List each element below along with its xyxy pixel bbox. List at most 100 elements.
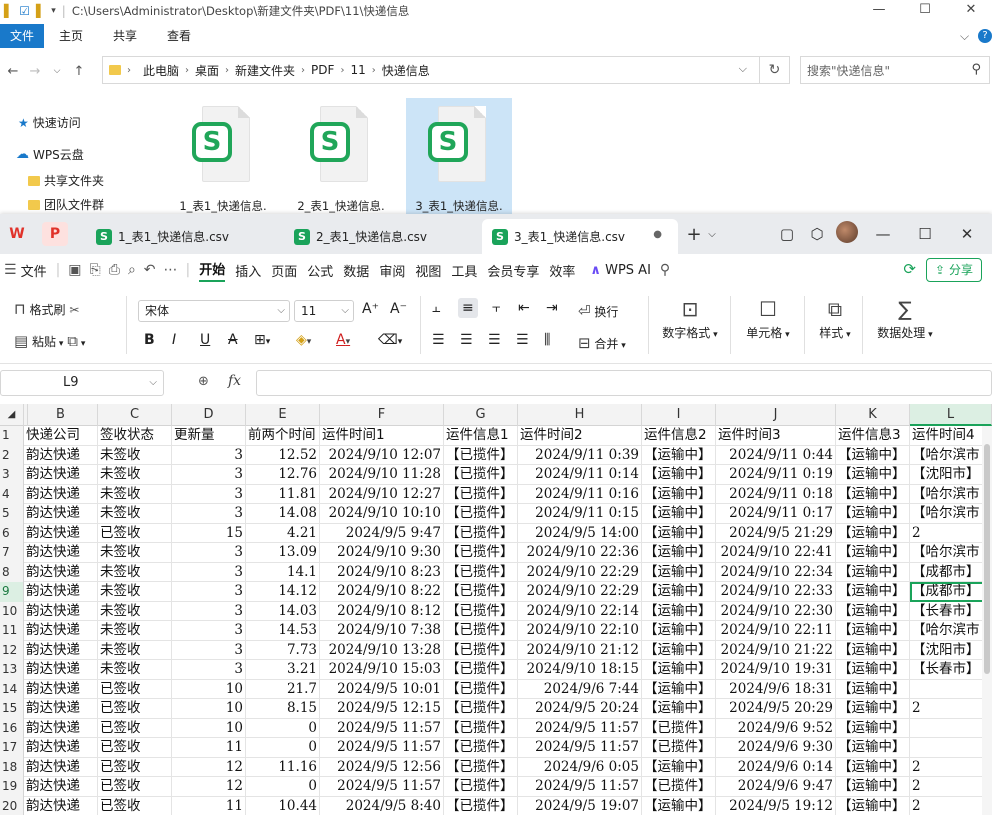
breadcrumb-item[interactable]: 此电脑	[143, 62, 179, 79]
table-cell[interactable]: 【运输中】	[836, 601, 910, 621]
table-cell[interactable]: 2024/9/5 8:40	[320, 796, 444, 815]
maximize-icon[interactable]: ☐	[902, 0, 948, 22]
table-cell[interactable]: 韵达快递	[24, 582, 98, 602]
doc-tab-1[interactable]: S 1_表1_快递信息.csv	[86, 219, 278, 254]
table-cell[interactable]: 2024/9/5 11:57	[518, 777, 642, 797]
table-cell[interactable]: 已签收	[98, 699, 172, 719]
table-cell[interactable]: 2024/9/5 14:00	[518, 523, 642, 543]
table-cell[interactable]: 【运输中】	[836, 484, 910, 504]
table-cell[interactable]: 2024/9/6 0:05	[518, 757, 642, 777]
table-cell[interactable]: 14.12	[246, 582, 320, 602]
table-cell[interactable]: 未签收	[98, 660, 172, 680]
table-cell[interactable]: 【已揽件】	[444, 718, 518, 738]
table-cell[interactable]: 【成都市】	[910, 562, 992, 582]
table-cell[interactable]: 21.7	[246, 679, 320, 699]
table-cell[interactable]: 2024/9/10 12:07	[320, 445, 444, 465]
column-header-i[interactable]: I	[642, 404, 716, 426]
table-cell[interactable]: 【已揽件】	[444, 699, 518, 719]
table-cell[interactable]: 【运输中】	[836, 660, 910, 680]
table-cell[interactable]: 3	[172, 660, 246, 680]
table-cell[interactable]: 2024/9/5 11:57	[518, 738, 642, 758]
table-cell[interactable]: 2024/9/10 21:12	[518, 640, 642, 660]
table-cell[interactable]: 韵达快递	[24, 601, 98, 621]
header-cell[interactable]: 运件时间2	[518, 426, 642, 446]
distribute-icon[interactable]: ⫼	[544, 332, 550, 348]
wps-logo-icon[interactable]: W	[4, 222, 30, 246]
name-box[interactable]: L9 ⌵	[0, 370, 164, 396]
row-header[interactable]: 17	[0, 738, 24, 758]
row-header[interactable]: 10	[0, 601, 24, 621]
table-cell[interactable]: 2024/9/10 10:10	[320, 504, 444, 524]
table-cell[interactable]: 【运输中】	[836, 582, 910, 602]
table-cell[interactable]: 【哈尔滨市	[910, 445, 992, 465]
table-cell[interactable]: 【已揽件】	[444, 465, 518, 485]
table-cell[interactable]: 未签收	[98, 621, 172, 641]
strikethrough-button[interactable]: A	[228, 332, 238, 348]
table-cell[interactable]: 【沈阳市】	[910, 640, 992, 660]
merge-cells-button[interactable]: ⊟ 合并 ▾	[578, 334, 626, 352]
table-cell[interactable]: 2024/9/11 0:19	[716, 465, 836, 485]
print-icon[interactable]: ⎙	[109, 262, 120, 278]
file-item[interactable]: S 1_表1_快递信息.	[170, 98, 276, 225]
table-cell[interactable]: 未签收	[98, 465, 172, 485]
table-cell[interactable]: 已签收	[98, 679, 172, 699]
breadcrumb-item[interactable]: 11	[350, 63, 365, 77]
table-cell[interactable]: 【运输中】	[836, 738, 910, 758]
underline-button[interactable]: U	[200, 332, 210, 348]
breadcrumb-item[interactable]: 新建文件夹	[235, 62, 295, 79]
row-header[interactable]: 8	[0, 562, 24, 582]
row-header[interactable]: 3	[0, 465, 24, 485]
nav-item-wps-cloud[interactable]: ☁ WPS云盘	[16, 146, 84, 163]
table-cell[interactable]: 2024/9/5 11:57	[320, 777, 444, 797]
nav-item-team-folder[interactable]: 团队文件群	[28, 196, 104, 213]
table-cell[interactable]: 【运输中】	[836, 523, 910, 543]
table-cell[interactable]: 已签收	[98, 757, 172, 777]
table-cell[interactable]: 韵达快递	[24, 504, 98, 524]
table-cell[interactable]: 【已揽件】	[642, 738, 716, 758]
table-cell[interactable]: 2024/9/10 8:23	[320, 562, 444, 582]
table-cell[interactable]: 10.44	[246, 796, 320, 815]
table-cell[interactable]: 【运输中】	[642, 601, 716, 621]
clear-format-icon[interactable]: ⌫▾	[378, 332, 402, 348]
table-cell[interactable]: 2024/9/10 22:41	[716, 543, 836, 563]
row-header[interactable]: 20	[0, 796, 24, 815]
table-cell[interactable]: 2	[910, 699, 992, 719]
table-cell[interactable]: 【已揽件】	[444, 738, 518, 758]
row-header[interactable]: 1	[0, 426, 24, 446]
unsaved-dot-icon[interactable]: ●	[653, 229, 662, 240]
align-middle-icon[interactable]: ≡	[458, 298, 478, 318]
row-header[interactable]: 2	[0, 445, 24, 465]
folder-icon[interactable]: ▌	[36, 4, 45, 18]
tab-home[interactable]: 主页	[44, 24, 98, 48]
forward-arrow-icon[interactable]: →	[26, 64, 44, 79]
table-cell[interactable]: 韵达快递	[24, 621, 98, 641]
table-cell[interactable]: 2024/9/10 22:29	[518, 562, 642, 582]
table-cell[interactable]: 10	[172, 718, 246, 738]
table-cell[interactable]: 未签收	[98, 562, 172, 582]
window-layout-icon[interactable]: ▢	[772, 225, 802, 243]
table-cell[interactable]: 2024/9/5 12:56	[320, 757, 444, 777]
table-cell[interactable]: 2024/9/10 22:34	[716, 562, 836, 582]
plus-icon[interactable]: +	[684, 224, 704, 245]
table-cell[interactable]: 韵达快递	[24, 777, 98, 797]
table-cell[interactable]: 【已揽件】	[642, 718, 716, 738]
table-cell[interactable]: 2024/9/5 10:01	[320, 679, 444, 699]
table-cell[interactable]: 2024/9/5 11:57	[518, 718, 642, 738]
menu-data[interactable]: 数据	[343, 261, 369, 280]
nav-item-shared-folder[interactable]: 共享文件夹	[28, 172, 104, 189]
menu-home[interactable]: 开始	[199, 259, 226, 282]
vertical-scrollbar[interactable]	[982, 426, 992, 815]
spreadsheet-grid[interactable]: ◢ BCDEFGHIJKL 1 快递公司 签收状态 更新量 前两个时间 运件时间1 运件信息…	[0, 404, 992, 815]
table-cell[interactable]: 2	[910, 757, 992, 777]
style-button[interactable]: ⧉ 样式 ▾	[812, 294, 858, 341]
column-header-g[interactable]: G	[444, 404, 518, 426]
row-header[interactable]: 19	[0, 777, 24, 797]
table-cell[interactable]: 【已揽件】	[444, 504, 518, 524]
column-header-j[interactable]: J	[716, 404, 836, 426]
table-cell[interactable]: 【运输中】	[642, 699, 716, 719]
table-cell[interactable]: 【运输中】	[642, 679, 716, 699]
menu-formula[interactable]: 公式	[307, 261, 333, 280]
table-cell[interactable]: 韵达快递	[24, 699, 98, 719]
table-cell[interactable]: 【长春市】	[910, 601, 992, 621]
checkbox-icon[interactable]: ☑	[19, 4, 30, 18]
